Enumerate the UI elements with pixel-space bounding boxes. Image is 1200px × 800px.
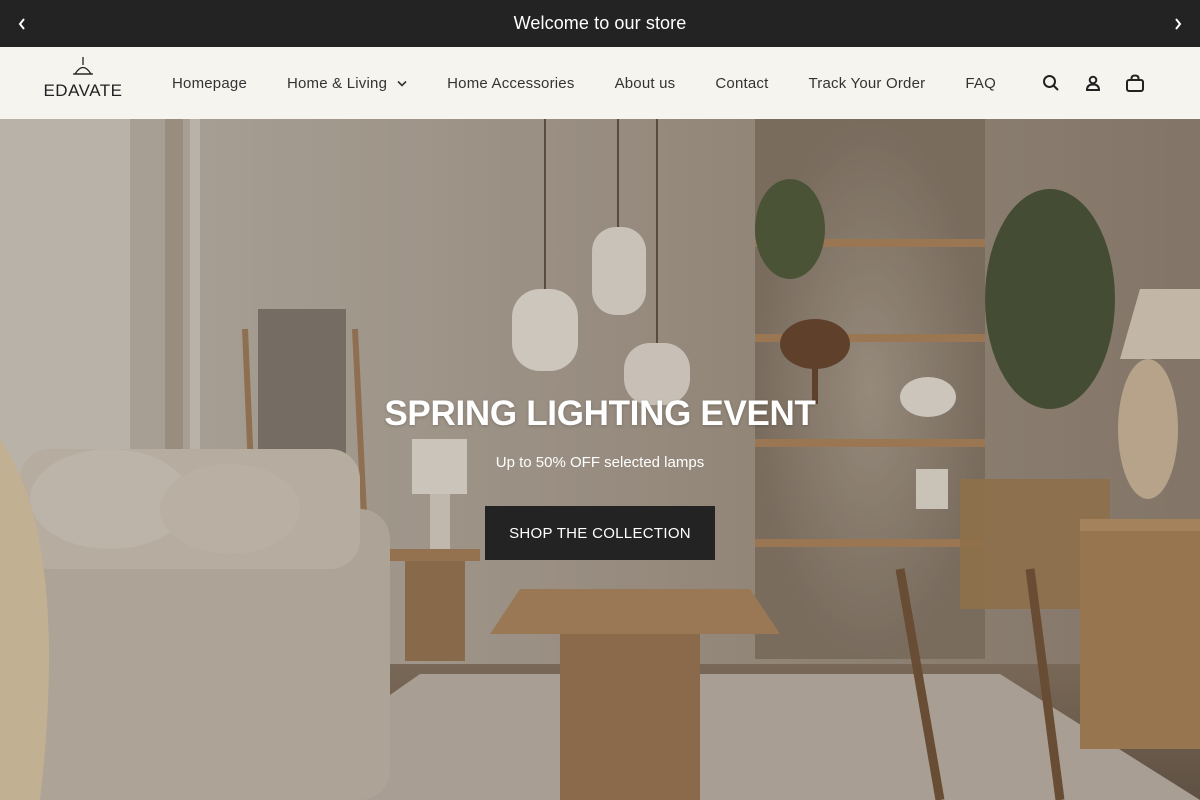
announcement-text: Welcome to our store	[513, 13, 687, 33]
nav-item-homepage[interactable]: Homepage	[172, 75, 247, 92]
main-nav: Homepage Home & Living Home Accessories …	[172, 47, 1036, 119]
chevron-down-icon	[397, 80, 407, 87]
cart-icon	[1126, 73, 1144, 92]
chevron-right-icon	[1175, 17, 1182, 30]
nav-item-label: Home & Living	[286, 74, 388, 92]
account-button[interactable]	[1072, 63, 1114, 103]
header-icons	[1030, 47, 1156, 119]
lamp-logo-icon	[73, 57, 93, 75]
search-icon	[1043, 75, 1059, 91]
announcement-next-button[interactable]	[1158, 0, 1198, 47]
nav-item-label: FAQ	[965, 74, 996, 92]
nav-item-track-order[interactable]: Track Your Order	[808, 75, 925, 92]
search-button[interactable]	[1030, 63, 1072, 103]
logo-text: EDAVATE	[43, 81, 123, 100]
nav-item-faq[interactable]: FAQ	[965, 75, 996, 92]
account-icon	[1085, 75, 1101, 91]
nav-item-home-accessories[interactable]: Home Accessories	[447, 75, 574, 92]
hero-subtitle: Up to 50% OFF selected lamps	[495, 454, 705, 471]
hero-title: SPRING LIGHTING EVENT	[384, 394, 816, 433]
hero-content: SPRING LIGHTING EVENT Up to 50% OFF sele…	[0, 394, 1200, 560]
hero-banner: SPRING LIGHTING EVENT Up to 50% OFF sele…	[0, 119, 1200, 800]
site-header: EDAVATE Homepage Home & Living Home Acce…	[0, 47, 1200, 119]
shop-collection-button[interactable]: SHOP THE COLLECTION	[485, 506, 715, 560]
announcement-prev-button[interactable]	[2, 0, 42, 47]
nav-item-contact[interactable]: Contact	[715, 75, 768, 92]
nav-item-home-living[interactable]: Home & Living	[287, 75, 407, 92]
nav-item-about-us[interactable]: About us	[615, 75, 676, 92]
nav-item-label: Homepage	[172, 74, 247, 92]
nav-item-label: Contact	[715, 74, 769, 92]
logo[interactable]: EDAVATE	[42, 57, 124, 107]
announcement-bar: Welcome to our store	[0, 0, 1200, 47]
nav-item-label: Home Accessories	[447, 74, 575, 92]
nav-item-label: Track Your Order	[808, 74, 926, 92]
chevron-left-icon	[18, 17, 25, 30]
nav-item-label: About us	[614, 74, 676, 92]
cart-button[interactable]	[1114, 63, 1156, 103]
